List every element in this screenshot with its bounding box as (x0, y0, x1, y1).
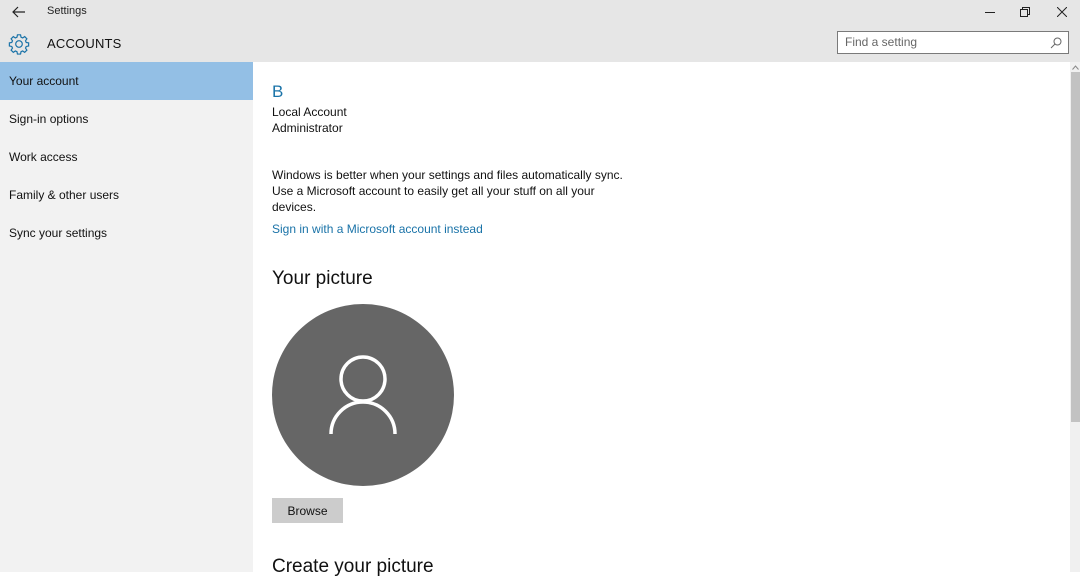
sidebar-item-label: Family & other users (9, 188, 120, 202)
search-icon[interactable] (1050, 37, 1062, 49)
avatar (272, 304, 454, 486)
your-picture-heading: Your picture (272, 268, 373, 289)
main-content: B Local Account Administrator Windows is… (253, 62, 1070, 577)
restore-icon (1020, 7, 1030, 17)
sidebar-item-your-account[interactable]: Your account (0, 62, 253, 100)
account-role: Administrator (272, 121, 343, 135)
search-box[interactable] (837, 31, 1069, 54)
sidebar-item-family-other-users[interactable]: Family & other users (0, 176, 253, 214)
search-input[interactable] (845, 35, 1045, 49)
scroll-thumb[interactable] (1071, 72, 1080, 422)
sidebar-item-label: Sign-in options (9, 112, 89, 126)
sidebar-item-sign-in-options[interactable]: Sign-in options (0, 100, 253, 138)
sidebar-item-work-access[interactable]: Work access (0, 138, 253, 176)
browse-button[interactable]: Browse (272, 498, 343, 523)
title-bar: Settings (0, 0, 1080, 24)
close-button[interactable] (1044, 0, 1080, 24)
sidebar-item-label: Your account (9, 74, 79, 88)
sidebar-item-label: Work access (9, 150, 78, 164)
scroll-up-button[interactable] (1070, 62, 1080, 72)
sidebar-item-label: Sync your settings (9, 226, 108, 240)
chevron-up-icon (1071, 64, 1079, 70)
restore-button[interactable] (1007, 0, 1043, 24)
account-type: Local Account (272, 105, 347, 119)
section-title: ACCOUNTS (47, 36, 122, 51)
microsoft-signin-link[interactable]: Sign in with a Microsoft account instead (272, 222, 483, 236)
sidebar: Your account Sign-in options Work access… (0, 62, 253, 572)
account-initial: B (272, 82, 284, 101)
create-picture-heading: Create your picture (272, 556, 434, 577)
back-button[interactable] (8, 2, 30, 22)
vertical-scrollbar[interactable] (1070, 62, 1080, 572)
gear-icon (8, 34, 30, 55)
sync-message: Windows is better when your settings and… (272, 168, 623, 214)
minimize-icon (985, 12, 995, 13)
minimize-button[interactable] (972, 0, 1008, 24)
user-icon (329, 355, 397, 435)
close-icon (1057, 7, 1067, 17)
window-title: Settings (47, 5, 87, 17)
page-header: ACCOUNTS (0, 24, 1080, 62)
back-arrow-icon (12, 6, 25, 18)
sidebar-item-sync-settings[interactable]: Sync your settings (0, 214, 253, 252)
